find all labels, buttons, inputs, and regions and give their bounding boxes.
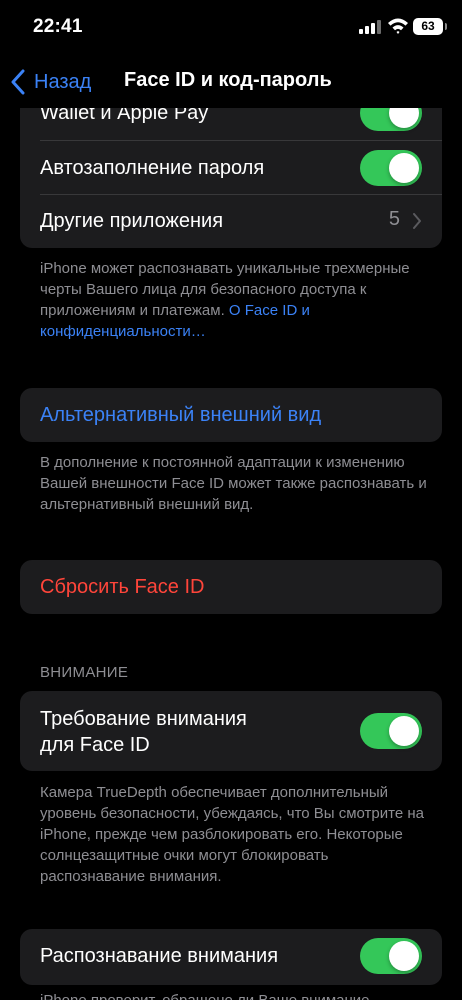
alt-appearance-group: Альтернативный внешний вид — [20, 388, 442, 442]
footnote-text: iPhone может распознавать уникальные тре… — [40, 260, 410, 319]
attention-aware-footnote: iPhone проверит, обращено ли Ваше вниман… — [40, 990, 430, 1000]
back-button[interactable]: Назад — [10, 68, 91, 96]
require-attention-line2: для Face ID — [40, 734, 150, 756]
reset-face-id-button[interactable]: Сбросить Face ID — [20, 560, 442, 614]
status-time: 22:41 — [33, 16, 83, 37]
back-label: Назад — [34, 70, 92, 93]
chevron-right-icon — [413, 213, 421, 229]
alt-appearance-button[interactable]: Альтернативный внешний вид — [20, 388, 442, 442]
reset-group: Сбросить Face ID — [20, 560, 442, 614]
wifi-icon — [388, 18, 408, 34]
row-other-apps[interactable]: Другие приложения 5 — [20, 195, 442, 248]
attention-aware-label: Распознавание внимания — [40, 945, 279, 967]
attention-footnote: Камера TrueDepth обеспечивает дополнител… — [40, 784, 424, 885]
toggle-knob — [389, 941, 419, 971]
toggle-knob — [389, 716, 419, 746]
require-attention-label: Требование внимания для Face ID — [40, 706, 247, 758]
page-title: Face ID и код-пароль — [124, 69, 332, 91]
face-id-apps-group: Wallet и Apple Pay Автозаполнение пароля… — [20, 84, 442, 248]
row-password-autofill[interactable]: Автозаполнение пароля — [20, 141, 442, 195]
navigation-bar: Назад Face ID и код-пароль — [0, 56, 462, 108]
row-autofill-label: Автозаполнение пароля — [40, 157, 265, 179]
toggle-knob — [389, 153, 419, 183]
attention-aware-toggle[interactable] — [360, 938, 422, 974]
autofill-toggle[interactable] — [360, 150, 422, 186]
row-attention-aware[interactable]: Распознавание внимания — [20, 929, 442, 985]
status-bar: 22:41 63 — [0, 0, 462, 56]
attention-group: Требование внимания для Face ID — [20, 691, 442, 771]
chevron-left-icon — [11, 69, 25, 95]
attention-aware-group: Распознавание внимания — [20, 929, 442, 985]
signal-icon — [359, 20, 381, 34]
settings-content: Wallet и Apple Pay Автозаполнение пароля… — [0, 0, 462, 1000]
battery-icon: 63 — [413, 18, 447, 35]
row-require-attention[interactable]: Требование внимания для Face ID — [20, 691, 442, 771]
reset-face-id-label: Сбросить Face ID — [40, 576, 205, 598]
alt-appearance-footnote: В дополнение к постоянной адаптации к из… — [40, 454, 427, 513]
attention-section-header: ВНИМАНИЕ — [40, 664, 129, 681]
require-attention-toggle[interactable] — [360, 713, 422, 749]
require-attention-line1: Требование внимания — [40, 708, 247, 730]
face-id-footnote: iPhone может распознавать уникальные тре… — [40, 258, 430, 342]
other-apps-count: 5 — [388, 208, 400, 230]
row-other-apps-label: Другие приложения — [40, 210, 224, 232]
alt-appearance-label: Альтернативный внешний вид — [40, 404, 322, 426]
